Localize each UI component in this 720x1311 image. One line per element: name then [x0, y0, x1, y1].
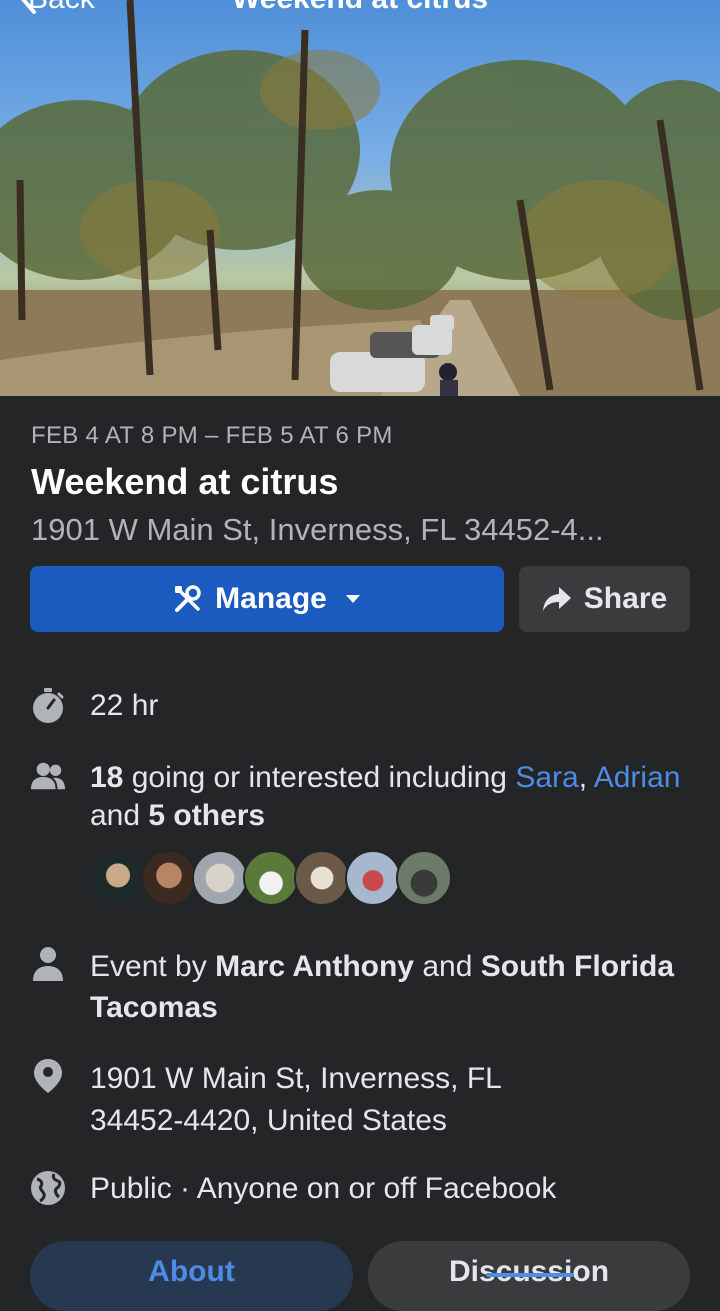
share-button[interactable]: Share — [519, 566, 690, 632]
nav-title: Weekend at citrus — [0, 0, 720, 16]
attendee-avatars[interactable] — [90, 850, 452, 906]
host-link-marc-anthony[interactable]: Marc Anthony — [215, 950, 414, 983]
forest-scene — [0, 0, 720, 396]
event-title: Weekend at citrus — [31, 461, 339, 502]
manage-button[interactable]: Manage — [30, 566, 504, 632]
friend-link-sara[interactable]: Sara — [515, 761, 578, 794]
people-icon — [30, 758, 66, 794]
going-summary[interactable]: 18 going or interested including Sara, A… — [90, 759, 690, 835]
event-cover-photo[interactable]: Back Weekend at citrus — [0, 0, 720, 396]
host-and: and — [422, 950, 473, 983]
avatar[interactable] — [396, 850, 452, 906]
share-arrow-icon — [542, 586, 572, 612]
going-count: 18 — [90, 761, 124, 794]
caret-down-icon — [345, 594, 361, 604]
share-label: Share — [583, 582, 668, 615]
manage-label: Manage — [215, 582, 327, 615]
location-line2: 34452-4420, United States — [90, 1104, 447, 1137]
tools-icon — [173, 584, 203, 614]
avatar[interactable] — [345, 850, 401, 906]
location-line1: 1901 W Main St, Inverness, FL — [90, 1062, 502, 1095]
tab-discussion[interactable]: Discussion — [368, 1241, 690, 1311]
stopwatch-icon — [30, 688, 66, 724]
others-link[interactable]: 5 others — [148, 799, 265, 832]
avatar[interactable] — [294, 850, 350, 906]
avatar[interactable] — [90, 850, 146, 906]
going-text: going or interested including — [131, 761, 507, 794]
event-hosts: Event by Marc Anthony and South Florida … — [90, 946, 690, 1028]
avatar[interactable] — [192, 850, 248, 906]
event-location[interactable]: 1901 W Main St, Inverness, FL 34452-4420… — [90, 1058, 690, 1142]
friend-link-adrian[interactable]: Adrian — [594, 761, 681, 794]
person-icon — [30, 946, 66, 982]
going-comma: , — [578, 761, 588, 794]
event-date: FEB 4 AT 8 PM – FEB 5 AT 6 PM — [31, 422, 393, 449]
tab-discussion-label: Discussion — [448, 1255, 610, 1288]
event-privacy: Public · Anyone on or off Facebook — [90, 1172, 557, 1205]
location-pin-icon — [30, 1058, 66, 1094]
avatar[interactable] — [243, 850, 299, 906]
host-prefix: Event by — [90, 950, 207, 983]
tab-underline — [486, 1273, 574, 1277]
avatar[interactable] — [141, 850, 197, 906]
globe-icon — [30, 1170, 66, 1206]
event-address-short[interactable]: 1901 W Main St, Inverness, FL 34452-4... — [31, 512, 604, 548]
going-and: and — [90, 799, 141, 832]
tab-about[interactable]: About — [30, 1241, 353, 1311]
event-duration: 22 hr — [90, 689, 159, 722]
